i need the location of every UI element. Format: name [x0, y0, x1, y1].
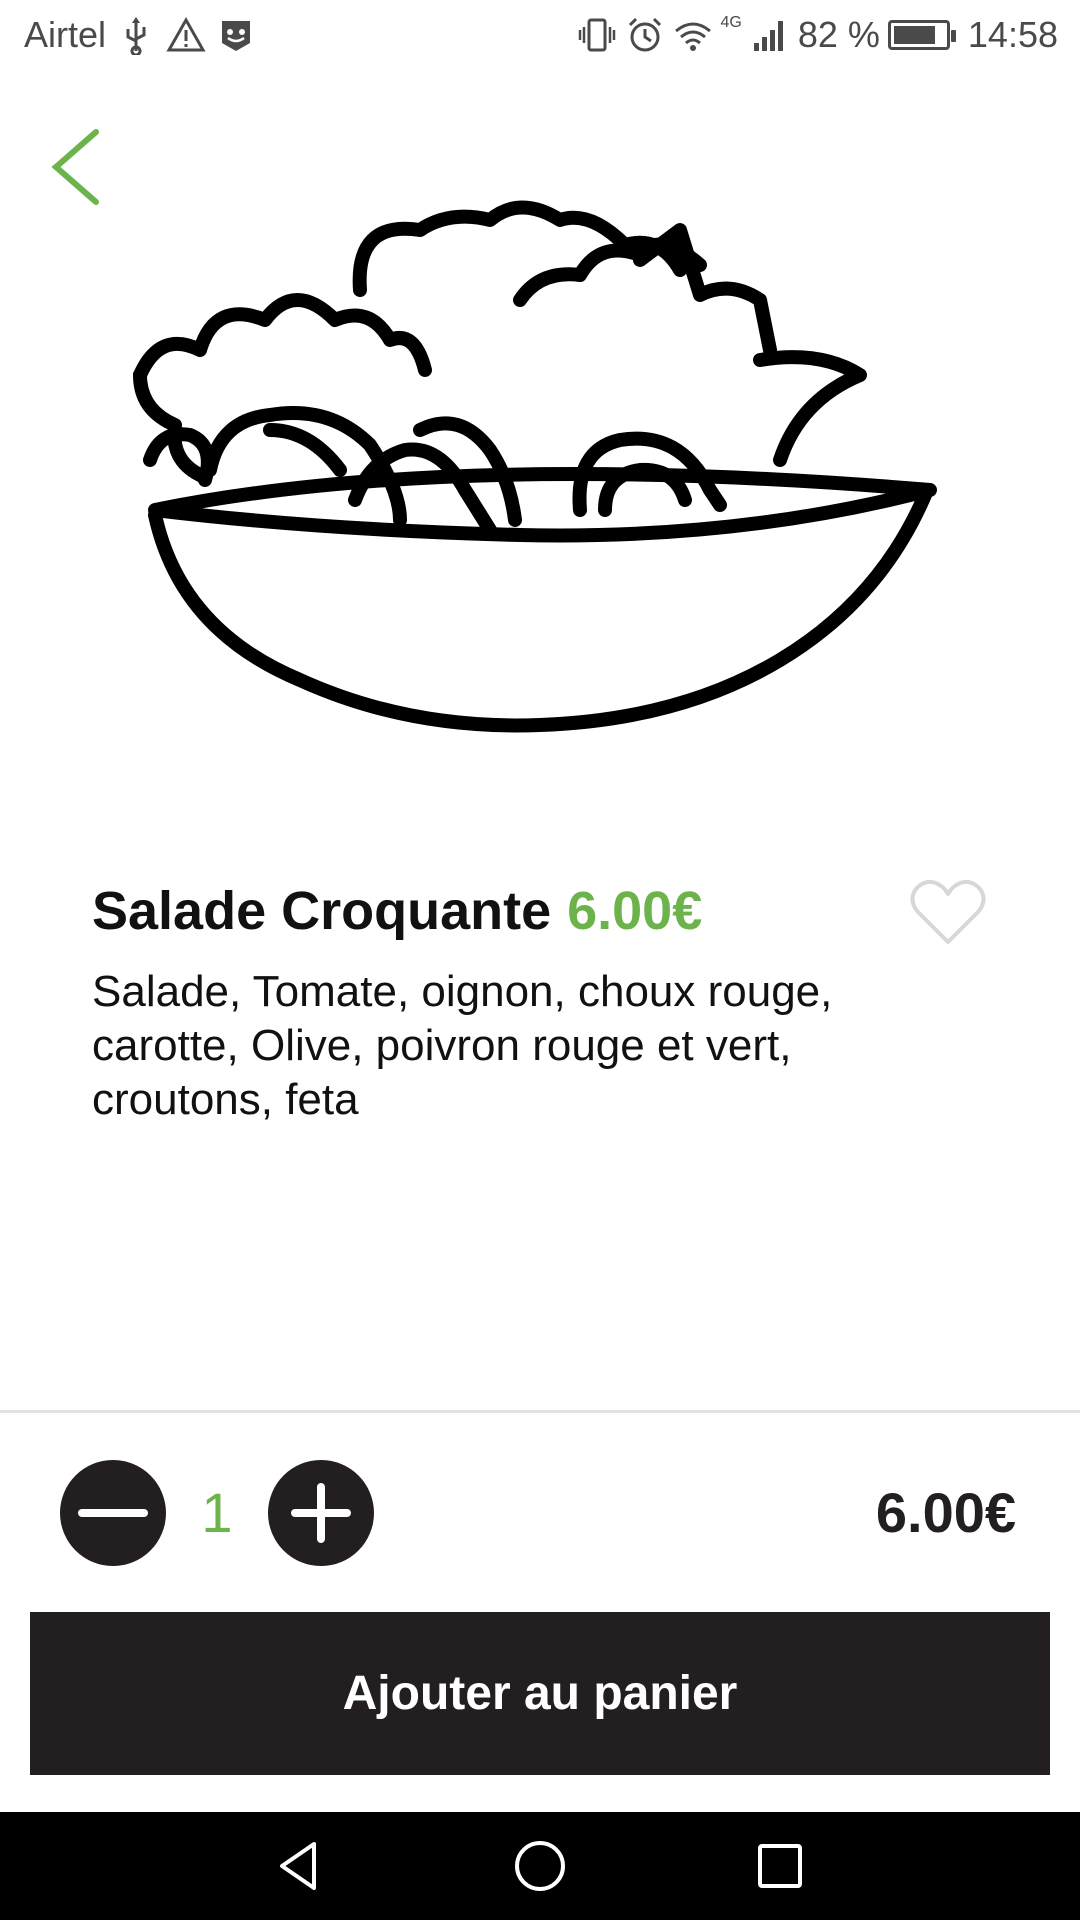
product-title-row: Salade Croquante 6.00€ — [92, 880, 702, 942]
product-description: Salade, Tomate, oignon, choux rouge, car… — [92, 967, 833, 1124]
status-bar: Airtel 4G 82 % 14:58 — [0, 0, 1080, 74]
salad-bowl-illustration — [133, 200, 937, 733]
alarm-icon — [625, 15, 665, 55]
usb-icon — [116, 15, 156, 55]
battery-fill — [893, 26, 935, 44]
wifi-icon — [673, 15, 713, 55]
add-to-cart-button[interactable]: Ajouter au panier — [30, 1612, 1050, 1775]
divider — [0, 1410, 1080, 1413]
vibrate-icon — [577, 15, 617, 55]
heart-outline-icon — [910, 879, 986, 944]
battery-percent: 82 % — [797, 14, 880, 55]
status-left: Airtel — [24, 14, 256, 56]
battery-icon — [887, 20, 956, 50]
product-name: Salade Croquante — [92, 881, 552, 941]
increase-quantity-button[interactable] — [268, 1460, 374, 1566]
minus-icon — [78, 1509, 148, 1517]
product-image — [120, 200, 960, 760]
warning-icon — [166, 15, 206, 55]
status-right: 4G 82 % 14:58 — [577, 14, 1058, 56]
decrease-quantity-button[interactable] — [60, 1460, 166, 1566]
add-to-cart-label: Ajouter au panier — [342, 1667, 738, 1720]
navigation-bar — [0, 1812, 1080, 1920]
total-price: 6.00€ — [875, 1481, 1016, 1544]
signal-icon — [750, 15, 790, 55]
recents-square-icon — [758, 1844, 802, 1888]
network-type: 4G — [720, 14, 742, 31]
notification-app-icon — [216, 15, 256, 55]
home-circle-icon — [515, 1841, 565, 1891]
chevron-left-icon — [51, 129, 99, 205]
nav-recents-button[interactable] — [750, 1836, 810, 1896]
nav-home-button[interactable] — [510, 1836, 570, 1896]
carrier-name: Airtel — [24, 14, 107, 55]
clock: 14:58 — [967, 14, 1058, 55]
nav-back-button[interactable] — [270, 1836, 330, 1896]
back-button[interactable] — [42, 122, 112, 212]
plus-icon — [291, 1483, 351, 1543]
quantity-value: 1 — [201, 1481, 233, 1544]
favorite-button[interactable] — [908, 876, 988, 948]
back-triangle-icon — [280, 1842, 316, 1890]
product-price: 6.00€ — [567, 881, 703, 941]
